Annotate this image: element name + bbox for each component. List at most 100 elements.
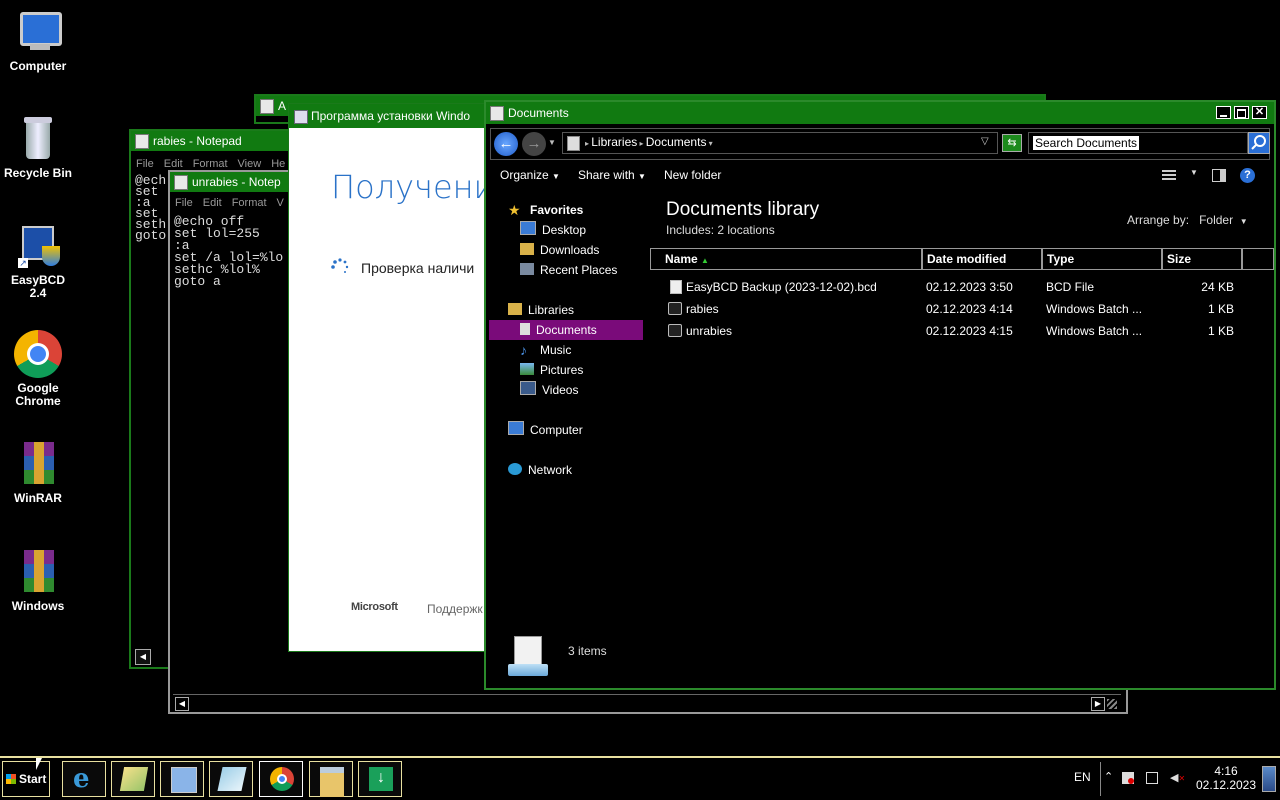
menu-view[interactable]: V [277, 197, 284, 209]
notepad-titlebar[interactable]: rabies - Notepad [131, 131, 293, 151]
help-icon[interactable]: ? [1240, 168, 1255, 183]
back-arrow-icon[interactable]: ← [494, 132, 518, 156]
search-icon[interactable] [1248, 132, 1270, 154]
network-status-icon[interactable] [1146, 772, 1158, 784]
share-label: Share with [578, 168, 635, 182]
file-size: 1 KB [1207, 302, 1234, 316]
menu-file[interactable]: File [175, 197, 193, 209]
taskbar-libraries[interactable] [111, 761, 155, 797]
window-title: Documents [508, 106, 569, 120]
recent-pages-chevron-icon[interactable]: ▼ [548, 138, 556, 147]
nav-documents[interactable]: Documents [520, 320, 597, 340]
preview-pane-icon[interactable] [1212, 169, 1226, 182]
language-indicator[interactable]: EN [1074, 770, 1091, 784]
notepad-icon [135, 134, 149, 149]
nav-pictures[interactable]: Pictures [520, 360, 583, 380]
desktop-icon-computer[interactable]: Computer [0, 8, 76, 73]
view-dropdown-chevron-icon[interactable]: ▼ [1190, 168, 1198, 177]
minimize-button[interactable] [1216, 106, 1231, 119]
column-header-size[interactable]: Size [1162, 248, 1242, 270]
breadcrumb-documents[interactable]: Documents [646, 135, 707, 149]
scroll-left-button[interactable]: ◀ [135, 649, 151, 665]
menu-edit[interactable]: Edit [164, 158, 183, 170]
taskbar-notepad[interactable] [209, 761, 253, 797]
maximize-button[interactable] [1234, 106, 1249, 119]
winrar-icon [14, 440, 62, 488]
documents-icon [490, 106, 504, 121]
new-folder-button[interactable]: New folder [664, 168, 721, 182]
nav-favorites[interactable]: Favorites [530, 200, 583, 220]
close-button[interactable]: ✕ [1252, 106, 1267, 119]
file-type: Windows Batch ... [1046, 302, 1143, 316]
column-header-type[interactable]: Type [1042, 248, 1162, 270]
menu-edit[interactable]: Edit [203, 197, 222, 209]
nav-label: Pictures [540, 363, 584, 377]
breadcrumb: ▸ Libraries ▸ Documents ▾ [585, 135, 713, 149]
action-center-flag-icon[interactable] [1122, 772, 1134, 784]
support-link[interactable]: Поддержк [427, 602, 483, 616]
show-hidden-icons-chevron-icon[interactable]: ⌃ [1104, 770, 1113, 783]
nav-downloads[interactable]: Downloads [520, 240, 599, 260]
taskbar-google-chrome[interactable] [259, 761, 303, 797]
taskbar-control-panel[interactable] [160, 761, 204, 797]
column-header-date[interactable]: Date modified [922, 248, 1042, 270]
menu-format[interactable]: Format [193, 158, 228, 170]
show-desktop-button[interactable] [1262, 766, 1276, 792]
notepad-text-area[interactable]: @echo off set lol=255 :a set /a lol=%lo … [174, 215, 286, 288]
explorer-titlebar[interactable]: Documents [486, 102, 1274, 124]
address-dropdown-icon[interactable]: ▽ [981, 136, 989, 147]
table-row[interactable]: unrabies 02.12.2023 4:15 Windows Batch .… [650, 320, 1270, 342]
menu-view[interactable]: View [238, 158, 262, 170]
resize-grip[interactable] [1107, 699, 1117, 709]
windows-setup-window[interactable]: Программа установки Windo Получение Пров… [288, 103, 514, 652]
table-row[interactable]: EasyBCD Backup (2023-12-02).bcd 02.12.20… [650, 276, 1270, 298]
scroll-left-button[interactable]: ◀ [175, 697, 189, 711]
nav-videos[interactable]: Videos [520, 380, 578, 400]
view-options-icon[interactable] [1162, 170, 1176, 182]
menu-help[interactable]: He [271, 158, 285, 170]
desktop-icon-winrar[interactable]: WinRAR [0, 440, 76, 505]
nav-network[interactable]: Network [508, 460, 572, 480]
start-label: Start [19, 772, 47, 786]
desktop-icon-recycle-bin[interactable]: Recycle Bin [0, 115, 76, 180]
network-icon [508, 463, 522, 475]
notepad-menubar: File Edit Format V [170, 194, 288, 212]
scroll-right-button[interactable]: ▶ [1091, 697, 1105, 711]
window-title: Программа установки Windo [311, 109, 471, 123]
desktop-icon-google-chrome[interactable]: Google Chrome [0, 330, 76, 408]
volume-muted-icon[interactable]: ◀✕ [1170, 772, 1185, 784]
nav-desktop[interactable]: Desktop [520, 220, 586, 240]
taskbar-explorer[interactable] [309, 761, 353, 797]
forward-arrow-icon[interactable]: → [522, 132, 546, 156]
nav-libraries[interactable]: Libraries [508, 300, 574, 320]
clock[interactable]: 4:16 02.12.2023 [1192, 764, 1260, 792]
share-with-button[interactable]: Share with ▼ [578, 168, 646, 182]
nav-computer[interactable]: Computer [508, 420, 583, 440]
setup-titlebar[interactable]: Программа установки Windo [289, 104, 487, 128]
desktop-icon-label: Google Chrome [15, 381, 61, 408]
taskbar-windows-setup[interactable]: ↓ [358, 761, 402, 797]
nav-music[interactable]: ♪ Music [520, 340, 571, 360]
nav-recent-places[interactable]: Recent Places [520, 260, 617, 280]
horizontal-scrollbar[interactable]: ◀ ▶ [173, 694, 1121, 711]
refresh-icon[interactable]: ⇆ [1002, 134, 1022, 152]
desktop-icon-windows[interactable]: Windows [0, 548, 76, 613]
explorer-window[interactable]: Documents ✕ ← → ▼ ▸ Libraries ▸ Document… [484, 100, 1276, 690]
breadcrumb-libraries[interactable]: Libraries [591, 135, 637, 149]
documents-icon [567, 136, 580, 151]
address-bar[interactable]: ▸ Libraries ▸ Documents ▾ ▽ [562, 132, 998, 154]
menu-format[interactable]: Format [232, 197, 267, 209]
file-date: 02.12.2023 4:14 [926, 302, 1013, 316]
taskbar-internet-explorer[interactable]: e [62, 761, 106, 797]
organize-button[interactable]: Organize ▼ [500, 168, 560, 182]
library-includes[interactable]: Includes: 2 locations [666, 223, 775, 237]
window-title: unrabies - Notep [192, 175, 281, 189]
search-input[interactable]: Search Documents [1028, 132, 1248, 154]
column-header-name[interactable]: Name ▲ [650, 248, 922, 270]
desktop-icon-easybcd[interactable]: ↗ EasyBCD 2.4 [0, 222, 76, 300]
desktop-icon [520, 221, 536, 235]
start-button[interactable]: Start [2, 761, 50, 797]
table-row[interactable]: rabies 02.12.2023 4:14 Windows Batch ...… [650, 298, 1270, 320]
arrange-by[interactable]: Arrange by: Folder ▼ [1127, 213, 1248, 227]
menu-file[interactable]: File [136, 158, 154, 170]
